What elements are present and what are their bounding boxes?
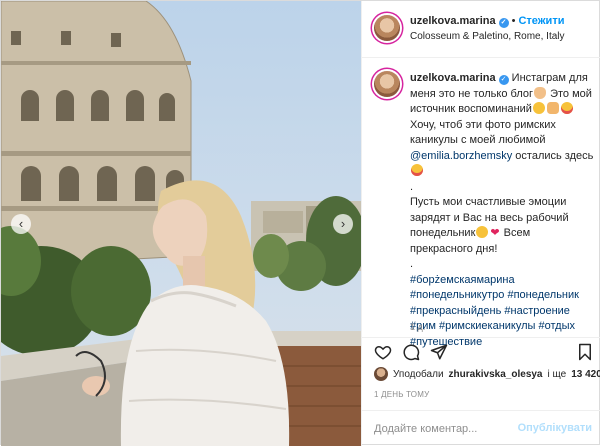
- bookmark-icon[interactable]: [576, 343, 594, 361]
- comment-input[interactable]: [374, 420, 524, 438]
- post-header: uzelkova.marina ✓ • Стежити Colosseum & Pal…: [362, 1, 600, 58]
- separator-dot: •: [511, 15, 516, 27]
- username-link[interactable]: uzelkova.marina: [410, 15, 496, 27]
- publish-button[interactable]: Опублікувати: [518, 422, 592, 434]
- carousel-next-button[interactable]: ›: [333, 214, 353, 234]
- comment-icon[interactable]: [402, 343, 420, 361]
- smile-emoji-icon: [532, 102, 545, 114]
- pointing-hand-emoji-icon: [534, 86, 547, 99]
- post-caption: uzelkova.marina ✓ Инстаграм для меня это …: [362, 59, 600, 348]
- chevron-right-icon: ›: [340, 216, 346, 231]
- caption-avatar[interactable]: [374, 71, 400, 97]
- caption-text: uzelkova.marina ✓ Инстаграм для меня это …: [410, 71, 596, 350]
- carousel-prev-button[interactable]: ‹: [11, 214, 31, 234]
- verified-badge-icon: ✓: [498, 18, 509, 28]
- avatar[interactable]: [374, 15, 400, 41]
- likes-prefix: Уподобали: [393, 368, 444, 380]
- location-link[interactable]: Colosseum & Paletino, Rome, Italy: [410, 31, 565, 42]
- action-bar: [362, 337, 600, 363]
- caption-time[interactable]: 1 д.: [410, 322, 425, 332]
- heart-eyes-emoji-icon: [411, 164, 423, 176]
- post-photo[interactable]: ‹ ›: [1, 1, 361, 446]
- photo-illustration: [1, 1, 361, 446]
- caption-dot: .: [410, 180, 414, 193]
- caption-line-4: остались здесь: [512, 149, 594, 162]
- header-user-line: uzelkova.marina ✓ • Стежити: [410, 15, 564, 28]
- heart-icon[interactable]: [374, 343, 392, 361]
- pray-emoji-icon: [546, 102, 559, 114]
- share-icon[interactable]: [430, 343, 448, 361]
- chevron-left-icon: ‹: [18, 216, 24, 231]
- follow-button[interactable]: Стежити: [518, 15, 564, 27]
- liker-avatar[interactable]: [374, 367, 388, 381]
- likes-count[interactable]: 13 420: [571, 369, 600, 380]
- liker-username[interactable]: zhurakivska_olesya: [449, 369, 543, 380]
- post-date[interactable]: 1 ДЕНЬ ТОМУ: [374, 390, 429, 399]
- caption-username[interactable]: uzelkova.marina: [410, 72, 496, 84]
- smile-emoji-icon: [476, 226, 489, 238]
- likes-summary: Уподобали zhurakivska_olesya і ще 13 420: [374, 367, 600, 381]
- caption-dot-2: .: [410, 258, 414, 270]
- caption-line-3: Хочу, чтоб эти фото римских каникулы с м…: [410, 118, 556, 147]
- red-heart-emoji-icon: ❤: [490, 227, 500, 239]
- hashtag-link[interactable]: #римскиеканикулы: [439, 320, 535, 332]
- hashtag-link[interactable]: #прекрасныйдень: [410, 305, 501, 317]
- hashtag-link[interactable]: #понедельник: [507, 289, 579, 301]
- hashtag-link[interactable]: #понедельникутро: [410, 289, 504, 301]
- post-side-panel: uzelkova.marina ✓ • Стежити Colosseum & Pal…: [361, 1, 600, 446]
- caption-line-5: Пусть мои счастливые эмоции зарядят и Ва…: [410, 196, 569, 239]
- hashtag-link[interactable]: #отдых: [539, 320, 576, 332]
- instagram-post: ‹ › uzelkova.marina ✓ • Стежити Colosseum &…: [0, 0, 600, 446]
- heart-eyes-emoji-icon: [560, 102, 573, 114]
- verified-badge-icon: ✓: [498, 75, 509, 85]
- mention-link[interactable]: @emilia.borzhemsky: [410, 150, 512, 162]
- hashtag-link[interactable]: #борżемскаямарина: [410, 274, 515, 286]
- hashtag-link[interactable]: #настроение: [504, 305, 570, 317]
- comment-form: Опублікувати: [362, 410, 600, 446]
- likes-middle: і ще: [547, 368, 567, 380]
